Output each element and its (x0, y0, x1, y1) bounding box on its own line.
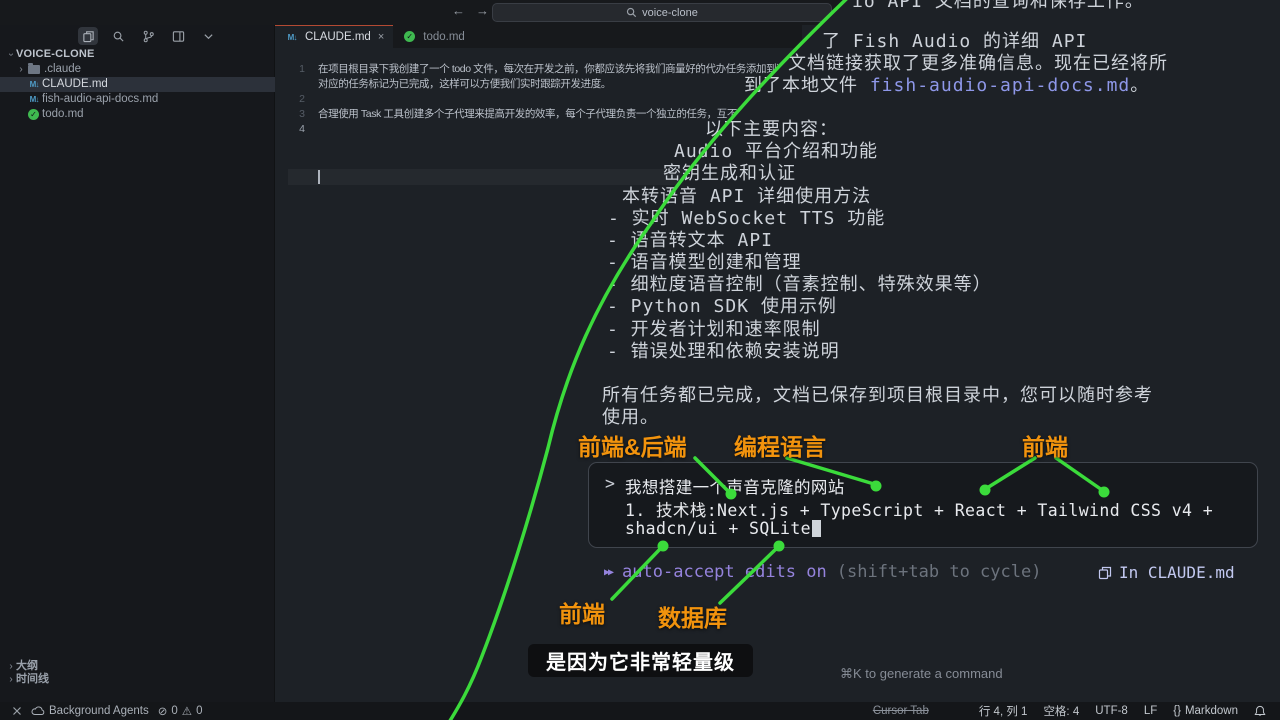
status-bar: Background Agents ⊘0 ⚠0 Cursor Tab 行 4, … (0, 702, 1280, 720)
editor-layout-icon[interactable] (168, 27, 188, 45)
sidebar-item-fish-docs[interactable]: M↓ fish-audio-api-docs.md (0, 92, 275, 107)
code-line-3: 合理使用 Task 工具创建多个子代理来提高开发的效率，每个子代理负责一个独立的… (318, 107, 737, 122)
auto-accept-toggle[interactable]: ▶▶ auto-accept edits on (shift+tab to cy… (604, 562, 1041, 582)
warning-icon: ⚠ (182, 704, 192, 718)
language-indicator[interactable]: {} Markdown (1173, 705, 1238, 717)
sidebar-item-claude-md[interactable]: M↓ CLAUDE.md (0, 77, 275, 92)
text-cursor (812, 520, 821, 537)
search-icon (626, 7, 637, 18)
annotation-frontend-backend: 前端&后端 (578, 428, 687, 462)
close-icon[interactable]: × (378, 31, 384, 43)
chat-message-line: 使用。 (602, 407, 659, 429)
chat-message-line: 以下主要内容： (705, 119, 838, 141)
cloud-icon (31, 706, 45, 716)
search-value: voice-clone (642, 7, 698, 19)
search-icon[interactable] (108, 27, 128, 45)
background-agents-button[interactable]: Background Agents (31, 705, 149, 717)
chat-message-line: io API 文档的查询和保存工作。 (852, 0, 1144, 13)
chat-message-line: 到了本地文件 fish-audio-api-docs.md。 (744, 75, 1149, 97)
app-window: ← → voice-clone › (0, 0, 1280, 720)
chat-message-line: 文档链接获取了更多准确信息。现在已经将所 (788, 53, 1168, 75)
forward-button[interactable]: → (476, 3, 489, 18)
folder-icon (28, 65, 40, 74)
encoding-indicator[interactable]: UTF-8 (1095, 705, 1128, 717)
chat-context-pill[interactable]: In CLAUDE.md (1098, 563, 1235, 582)
cmdk-hint: ⌘K to generate a command (840, 666, 1003, 682)
tab-claude-md[interactable]: M↓ CLAUDE.md × (275, 25, 393, 48)
explorer-sidebar: › VOICE-CLONE › .claude M↓ CLAUDE.md M↓ … (0, 25, 275, 702)
chat-input[interactable]: > 我想搭建一个声音克隆的网站 1. 技术栈:Next.js + TypeScr… (588, 462, 1258, 548)
timeline-section[interactable]: › 时间线 (0, 673, 275, 686)
line-col-indicator[interactable]: 行 4, 列 1 (979, 703, 1028, 719)
chat-message-line: 密钥生成和认证 (663, 163, 796, 185)
back-button[interactable]: ← (452, 3, 465, 18)
cursor-tab-toggle[interactable]: Cursor Tab (873, 705, 929, 717)
sidebar-item-claude-folder[interactable]: › .claude (0, 62, 275, 77)
project-root-row[interactable]: › VOICE-CLONE (0, 47, 275, 62)
chat-message-line: Audio 平台介绍和功能 (674, 141, 878, 163)
bell-icon[interactable] (1254, 705, 1266, 718)
tab-todo-md[interactable]: ✓ todo.md (393, 25, 474, 48)
code-line-1: 在项目根目录下我创建了一个 todo 文件，每次在开发之前，你都应该先将我们商量… (318, 62, 796, 77)
check-icon: ✓ (404, 31, 415, 42)
chat-message-line: - 语音转文本 API (607, 230, 773, 252)
markdown-icon: M↓ (26, 77, 42, 92)
markdown-icon: M↓ (284, 33, 300, 42)
error-icon: ⊘ (158, 704, 168, 718)
chat-message-line: 本转语音 API 详细使用方法 (622, 186, 871, 208)
chevron-right-icon: › (6, 673, 16, 686)
chat-message-line: - 细粒度语音控制（音素控制、特殊效果等） (607, 274, 992, 296)
source-control-branch-icon[interactable] (138, 27, 158, 45)
auto-accept-hint: (shift+tab to cycle) (837, 562, 1042, 582)
outline-section[interactable]: › 大纲 (0, 660, 275, 673)
chat-input-row2: 1. 技术栈:Next.js + TypeScript + React + Ta… (625, 497, 1213, 521)
chat-message-line: - 错误处理和依赖安装说明 (607, 341, 840, 363)
copy-icon (1098, 566, 1112, 580)
code-line-1-wrap: 对应的任务标记为已完成，这样可以方便我们实时跟踪开发进度。 (318, 77, 611, 92)
sidebar-item-todo-md[interactable]: ✓ todo.md (0, 107, 275, 122)
tab-strip: M↓ CLAUDE.md × ✓ todo.md (275, 25, 802, 48)
command-center-search[interactable]: voice-clone (492, 3, 832, 22)
file-link[interactable]: fish-audio-api-docs.md (870, 75, 1130, 96)
video-subtitle: 是因为它非常轻量级 (528, 644, 753, 677)
chevron-down-icon[interactable] (198, 27, 218, 45)
chat-message-line: 了 Fish Audio 的详细 API (822, 31, 1087, 53)
annotation-database: 数据库 (658, 599, 727, 633)
chat-message-line: - 开发者计划和速率限制 (607, 319, 821, 341)
remote-icon[interactable] (12, 706, 22, 716)
chat-message-line: - Python SDK 使用示例 (607, 296, 837, 318)
chevron-right-icon: › (6, 660, 16, 673)
annotation-language: 编程语言 (734, 428, 826, 462)
chat-input-row1: 我想搭建一个声音克隆的网站 (625, 474, 845, 498)
chat-input-row3: shadcn/ui + SQLite (625, 519, 821, 538)
chevron-right-icon: › (16, 62, 26, 77)
problems-indicator[interactable]: ⊘0 ⚠0 (158, 704, 203, 718)
double-play-icon: ▶▶ (604, 567, 612, 578)
auto-accept-label: auto-accept edits on (622, 562, 827, 582)
editor-caret (318, 170, 320, 184)
annotation-frontend-bottom: 前端 (559, 595, 605, 629)
indentation-indicator[interactable]: 空格: 4 (1043, 703, 1079, 719)
chat-message-line: - 实时 WebSocket TTS 功能 (608, 208, 885, 230)
chat-message-line: 所有任务都已完成，文档已保存到项目根目录中，您可以随时参考 (602, 385, 1153, 407)
current-line-highlight (288, 169, 698, 185)
markdown-icon: M↓ (26, 92, 42, 107)
check-icon: ✓ (28, 109, 39, 120)
braces-icon: {} (1173, 705, 1181, 717)
new-file-icon[interactable] (78, 27, 98, 45)
project-name: VOICE-CLONE (16, 47, 95, 62)
eol-indicator[interactable]: LF (1144, 705, 1157, 717)
chat-message-line: - 语音模型创建和管理 (607, 252, 802, 274)
annotation-frontend-top: 前端 (1022, 428, 1068, 462)
prompt-chevron: > (605, 474, 615, 493)
